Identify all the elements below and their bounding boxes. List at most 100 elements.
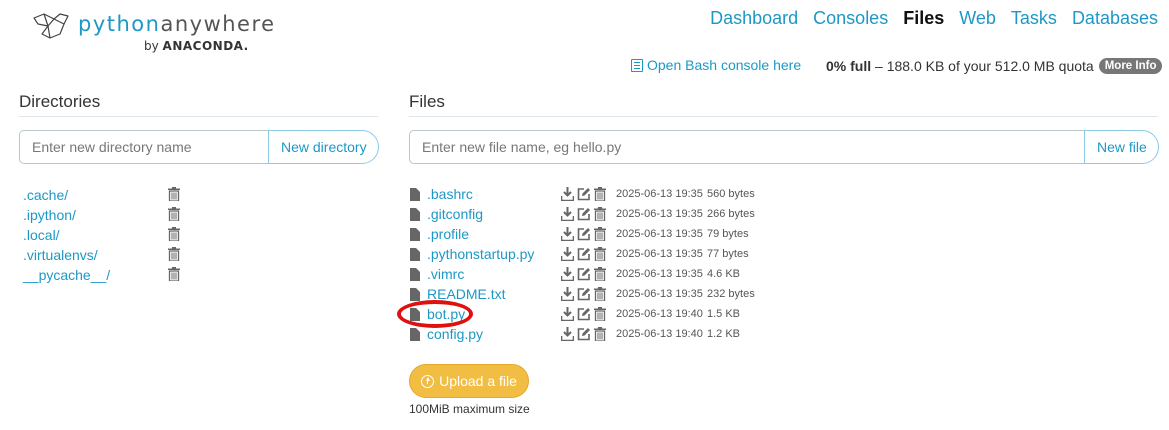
directory-link[interactable]: .cache/: [23, 187, 68, 203]
file-icon: [410, 187, 420, 201]
file-size: 77 bytes: [707, 248, 749, 260]
edit-icon[interactable]: [577, 207, 591, 226]
file-icon: [410, 327, 420, 341]
trash-icon[interactable]: [594, 227, 606, 246]
brand-wordmark: pythonanywhere: [78, 12, 276, 36]
nav-dashboard[interactable]: Dashboard: [710, 8, 798, 29]
upload-size-note: 100MiB maximum size: [409, 402, 530, 416]
highlight-annotation: [397, 300, 473, 328]
upload-file-label: Upload a file: [439, 373, 517, 389]
directory-link[interactable]: __pycache__/: [23, 267, 110, 283]
pythonanywhere-logo[interactable]: pythonanywhere by ANACONDA.: [30, 10, 274, 58]
download-icon[interactable]: [560, 287, 575, 306]
file-link[interactable]: .profile: [427, 226, 469, 242]
file-row: .vimrc 2025-06-13 19:35 4.6 KB: [410, 264, 740, 284]
trash-icon[interactable]: [168, 227, 180, 246]
file-size: 1.2 KB: [707, 328, 741, 340]
trash-icon[interactable]: [594, 267, 606, 286]
quota-percent: 0% full: [826, 58, 872, 74]
new-directory-form: New directory: [19, 130, 379, 164]
trash-icon[interactable]: [594, 307, 606, 326]
new-file-input[interactable]: [409, 130, 1084, 164]
quota-status: 0% full – 188.0 KB of your 512.0 MB quot…: [826, 58, 1163, 74]
download-icon[interactable]: [560, 267, 575, 286]
upload-icon: [421, 374, 435, 388]
file-icon: [410, 287, 420, 301]
file-link[interactable]: .bashrc: [427, 186, 473, 202]
edit-icon[interactable]: [577, 287, 591, 306]
trash-icon[interactable]: [594, 247, 606, 266]
directory-list: .cache/ .ipython/ .local/ .virtualenvs/ …: [23, 185, 180, 285]
file-modified-date: 2025-06-13 19:35: [616, 188, 703, 200]
download-icon[interactable]: [560, 307, 575, 326]
file-modified-date: 2025-06-13 19:35: [616, 268, 703, 280]
file-icon: [410, 207, 420, 221]
trash-icon[interactable]: [594, 327, 606, 346]
directory-link[interactable]: .local/: [23, 227, 60, 243]
trash-icon[interactable]: [168, 207, 180, 226]
new-file-form: New file: [409, 130, 1159, 164]
file-icon: [410, 227, 420, 241]
file-link[interactable]: config.py: [427, 326, 483, 342]
new-file-button[interactable]: New file: [1084, 130, 1159, 164]
file-modified-date: 2025-06-13 19:35: [616, 208, 703, 220]
edit-icon[interactable]: [577, 187, 591, 206]
quota-detail: – 188.0 KB of your 512.0 MB quota: [875, 58, 1094, 74]
upload-file-button[interactable]: Upload a file: [409, 364, 529, 398]
file-size: 1.5 KB: [707, 308, 741, 320]
file-icon: [410, 267, 420, 281]
more-info-button[interactable]: More Info: [1098, 58, 1163, 74]
file-link[interactable]: .pythonstartup.py: [427, 246, 534, 262]
open-bash-console-label: Open Bash console here: [647, 57, 802, 73]
trash-icon[interactable]: [594, 187, 606, 206]
file-size: 266 bytes: [707, 208, 755, 220]
files-title: Files: [409, 92, 445, 111]
trash-icon[interactable]: [168, 187, 180, 206]
nav-files[interactable]: Files: [903, 8, 944, 29]
edit-icon[interactable]: [577, 307, 591, 326]
files-divider: [409, 116, 1158, 117]
edit-icon[interactable]: [577, 327, 591, 346]
nav-web[interactable]: Web: [959, 8, 996, 29]
new-directory-input[interactable]: [19, 130, 268, 164]
file-row: .pythonstartup.py 2025-06-13 19:35 77 by…: [410, 244, 749, 264]
file-actions: [560, 247, 606, 266]
download-icon[interactable]: [560, 207, 575, 226]
download-icon[interactable]: [560, 227, 575, 246]
directory-row: .local/: [23, 225, 180, 245]
open-bash-console-link[interactable]: Open Bash console here: [631, 57, 801, 73]
file-size: 560 bytes: [707, 188, 755, 200]
file-link[interactable]: .gitconfig: [427, 206, 483, 222]
download-icon[interactable]: [560, 327, 575, 346]
file-actions: [560, 227, 606, 246]
directory-link[interactable]: .virtualenvs/: [23, 247, 98, 263]
directory-row: .cache/: [23, 185, 180, 205]
brand-byline: by ANACONDA.: [144, 39, 249, 53]
edit-icon[interactable]: [577, 267, 591, 286]
nav-databases[interactable]: Databases: [1072, 8, 1158, 29]
file-modified-date: 2025-06-13 19:35: [616, 248, 703, 260]
nav-consoles[interactable]: Consoles: [813, 8, 888, 29]
edit-icon[interactable]: [577, 247, 591, 266]
file-modified-date: 2025-06-13 19:35: [616, 228, 703, 240]
edit-icon[interactable]: [577, 227, 591, 246]
download-icon[interactable]: [560, 247, 575, 266]
file-actions: [560, 307, 606, 326]
download-icon[interactable]: [560, 187, 575, 206]
trash-icon[interactable]: [594, 207, 606, 226]
file-actions: [560, 327, 606, 346]
trash-icon[interactable]: [594, 287, 606, 306]
nav-tasks[interactable]: Tasks: [1011, 8, 1057, 29]
file-row: .bashrc 2025-06-13 19:35 560 bytes: [410, 184, 755, 204]
directory-link[interactable]: .ipython/: [23, 207, 76, 223]
console-icon: [631, 58, 643, 72]
file-icon: [410, 247, 420, 261]
file-actions: [560, 187, 606, 206]
file-actions: [560, 287, 606, 306]
new-directory-button[interactable]: New directory: [268, 130, 379, 164]
file-link[interactable]: .vimrc: [427, 266, 464, 282]
file-modified-date: 2025-06-13 19:40: [616, 328, 703, 340]
trash-icon[interactable]: [168, 267, 180, 286]
file-size: 4.6 KB: [707, 268, 741, 280]
trash-icon[interactable]: [168, 247, 180, 266]
